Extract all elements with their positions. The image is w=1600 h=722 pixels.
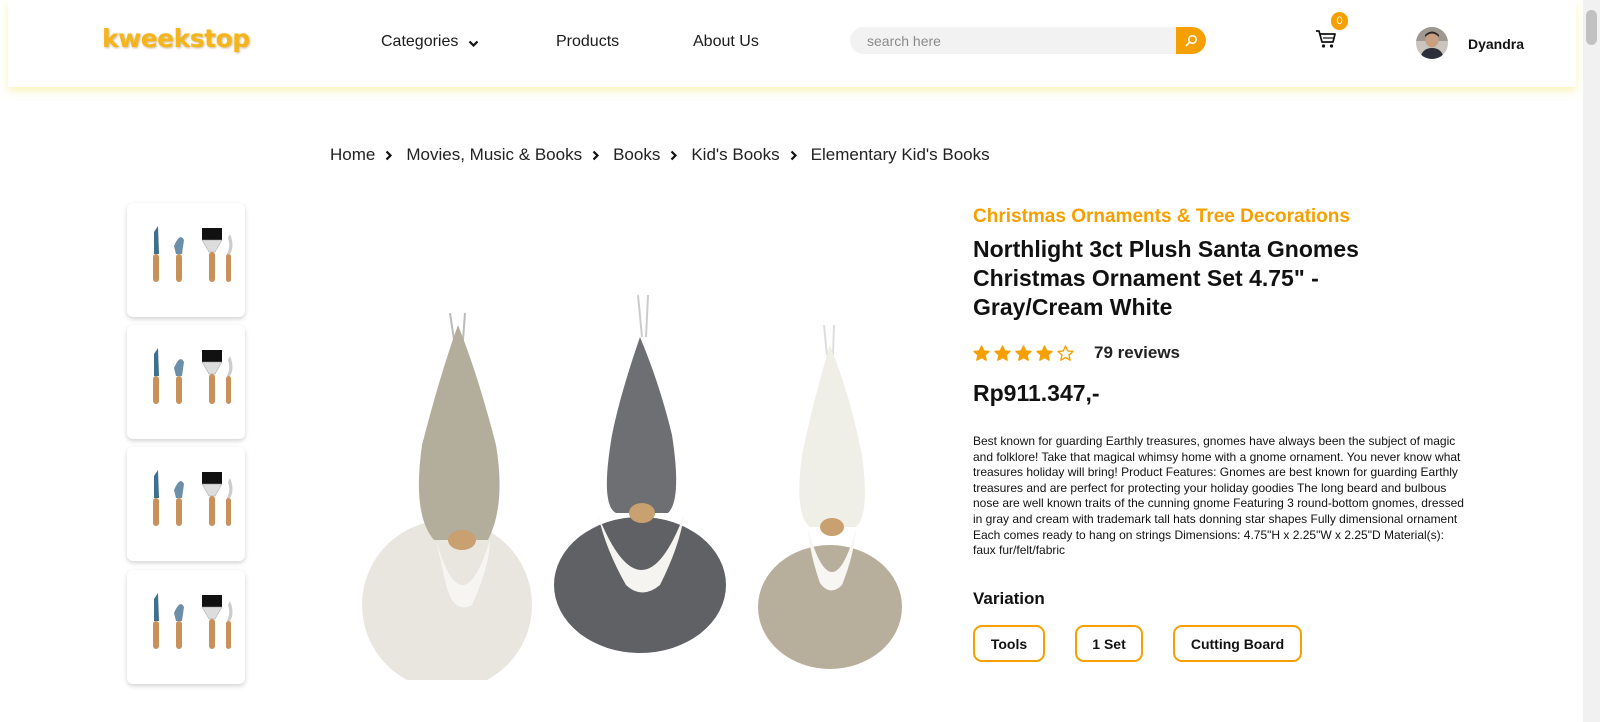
nav-categories-label: Categories [381, 33, 459, 50]
product-category[interactable]: Christmas Ornaments & Tree Decorations [973, 206, 1350, 228]
breadcrumb-kids-books[interactable]: Kid's Books [691, 145, 779, 165]
nav-about-us[interactable]: About Us [693, 33, 759, 51]
product-thumbnail[interactable] [127, 570, 245, 684]
search-button[interactable] [1176, 27, 1206, 54]
gnome-ornament-2 [554, 294, 726, 653]
user-name[interactable]: Dyandra [1468, 36, 1524, 52]
knife-set-thumbnail-image [153, 593, 233, 649]
site-header: kweekstop Categories Products About Us 0 [8, 0, 1576, 87]
breadcrumb-home[interactable]: Home [330, 145, 375, 165]
review-count[interactable]: 79 reviews [1094, 343, 1180, 363]
variation-option-cutting-board[interactable]: Cutting Board [1173, 625, 1302, 662]
product-rating: 79 reviews [973, 343, 1180, 363]
breadcrumb: Home Movies, Music & Books Books Kid's B… [330, 145, 990, 165]
rating-stars [973, 344, 1074, 362]
product-title: Northlight 3ct Plush Santa Gnomes Christ… [973, 236, 1359, 320]
gnome-ornament-3 [758, 324, 902, 669]
breadcrumb-books[interactable]: Books [613, 145, 660, 165]
breadcrumb-movies-music-books[interactable]: Movies, Music & Books [406, 145, 582, 165]
knife-set-thumbnail-image [153, 348, 233, 404]
avatar[interactable] [1416, 27, 1448, 59]
product-thumbnail[interactable] [127, 325, 245, 439]
cart-count-badge: 0 [1331, 12, 1348, 30]
knife-set-thumbnail-image [153, 470, 233, 526]
search-input[interactable] [850, 27, 1175, 54]
chevron-right-icon [790, 150, 798, 161]
chevron-right-icon [670, 150, 678, 161]
search-icon [1185, 34, 1197, 47]
breadcrumb-elementary-kids-books[interactable]: Elementary Kid's Books [811, 145, 990, 165]
star-filled-icon [994, 344, 1011, 361]
knife-set-thumbnail-image [153, 226, 233, 282]
product-thumbnail[interactable] [127, 447, 245, 561]
gnome-ornament-1 [362, 312, 532, 680]
product-description: Best known for guarding Earthly treasure… [973, 434, 1464, 558]
variation-option-tools[interactable]: Tools [973, 625, 1045, 662]
product-price: Rp911.347,- [973, 380, 1100, 406]
variation-option-1-set[interactable]: 1 Set [1075, 625, 1143, 662]
product-thumbnail[interactable] [127, 203, 245, 317]
search-bar [850, 27, 1206, 54]
star-filled-icon [1036, 344, 1053, 361]
chevron-right-icon [592, 150, 600, 161]
chevron-down-icon [469, 40, 479, 47]
cart-icon[interactable] [1314, 28, 1338, 50]
avatar-image [1416, 27, 1448, 59]
product-main-image[interactable] [350, 285, 920, 680]
scrollbar-thumb[interactable] [1586, 10, 1597, 45]
chevron-right-icon [385, 150, 393, 161]
page-scrollbar[interactable] [1583, 0, 1600, 722]
nav-products[interactable]: Products [556, 33, 619, 51]
star-empty-icon [1057, 344, 1074, 361]
star-filled-icon [973, 344, 990, 361]
star-filled-icon [1015, 344, 1032, 361]
site-logo[interactable]: kweekstop [102, 24, 250, 53]
variation-label: Variation [973, 589, 1045, 608]
nav-categories[interactable]: Categories [381, 33, 479, 51]
